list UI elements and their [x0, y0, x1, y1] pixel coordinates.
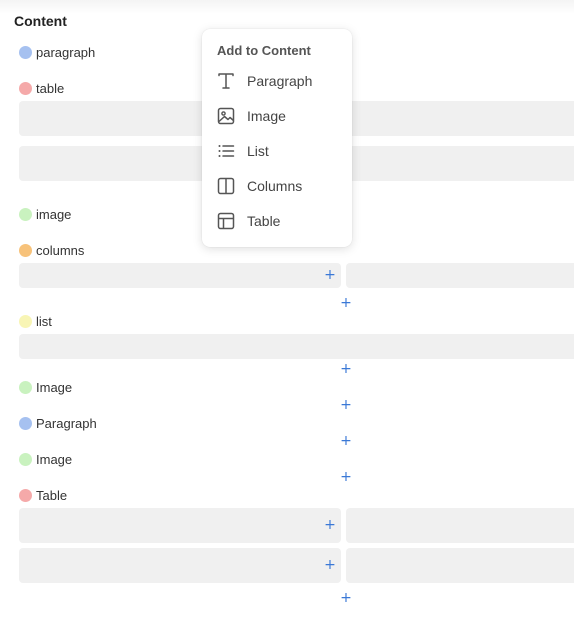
content-item-label: Image	[36, 452, 73, 467]
menu-item-image[interactable]: Image	[202, 101, 352, 131]
menu-item-table[interactable]: Table	[202, 206, 352, 236]
content-item-label: Image	[36, 380, 73, 395]
content-item-label: image	[36, 207, 72, 222]
column-cell[interactable]: +	[19, 263, 341, 288]
add-to-cell-button[interactable]: +	[323, 518, 337, 532]
menu-item-label: List	[247, 143, 269, 159]
text-icon	[218, 73, 234, 89]
content-item-image[interactable]: image	[14, 206, 164, 224]
table-icon	[217, 212, 235, 230]
columns-icon	[217, 177, 235, 195]
menu-item-label: Table	[247, 213, 281, 229]
menu-item-list[interactable]: List	[202, 136, 352, 166]
table-type-dot	[19, 489, 32, 502]
add-content-button[interactable]: +	[339, 296, 353, 310]
add-content-button[interactable]: +	[339, 591, 353, 605]
menu-item-label: Columns	[247, 178, 303, 194]
column-cell[interactable]	[346, 263, 574, 288]
paragraph-type-dot	[19, 417, 32, 430]
menu-item-label: Paragraph	[247, 73, 313, 89]
list-icon	[218, 145, 235, 157]
content-item-image[interactable]: Image	[14, 379, 164, 397]
image-type-dot	[19, 208, 32, 221]
image-type-dot	[19, 381, 32, 394]
table-cell[interactable]: +	[19, 508, 341, 543]
add-content-button[interactable]: +	[339, 434, 353, 448]
content-item-label: list	[36, 314, 52, 329]
section-title: Content	[14, 13, 67, 29]
table-cell[interactable]	[346, 548, 574, 583]
content-item-label: table	[36, 81, 65, 96]
table-type-dot	[19, 82, 32, 95]
columns-type-dot	[19, 244, 32, 257]
content-item-table[interactable]: table	[14, 80, 164, 98]
image-icon	[217, 107, 235, 125]
content-item-label: paragraph	[36, 45, 96, 60]
menu-item-label: Image	[247, 108, 286, 124]
content-item-label: Paragraph	[36, 416, 97, 431]
content-item-table[interactable]: Table	[14, 487, 164, 505]
add-content-button[interactable]: +	[339, 398, 353, 412]
add-to-cell-button[interactable]: +	[323, 558, 337, 572]
menu-title: Add to Content	[217, 43, 311, 58]
table-cell[interactable]	[346, 508, 574, 543]
table-cell[interactable]: +	[19, 548, 341, 583]
add-to-column-button[interactable]: +	[323, 268, 337, 282]
content-item-label: Table	[36, 488, 68, 503]
paragraph-type-dot	[19, 46, 32, 59]
list-entry[interactable]	[19, 334, 574, 359]
add-content-button[interactable]: +	[339, 362, 353, 376]
content-item-list[interactable]: list	[14, 313, 164, 331]
content-item-image[interactable]: Image	[14, 451, 164, 469]
content-item-paragraph[interactable]: paragraph	[14, 44, 164, 62]
list-type-dot	[19, 315, 32, 328]
add-content-button[interactable]: +	[339, 470, 353, 484]
content-item-paragraph[interactable]: Paragraph	[14, 415, 164, 433]
content-item-columns[interactable]: columns	[14, 242, 164, 260]
image-type-dot	[19, 453, 32, 466]
menu-item-paragraph[interactable]: Paragraph	[202, 66, 352, 96]
content-item-label: columns	[36, 243, 85, 258]
top-bar	[0, 0, 574, 14]
menu-item-columns[interactable]: Columns	[202, 171, 352, 201]
add-to-content-menu: Add to Content Paragraph Image List Colu…	[202, 29, 352, 247]
